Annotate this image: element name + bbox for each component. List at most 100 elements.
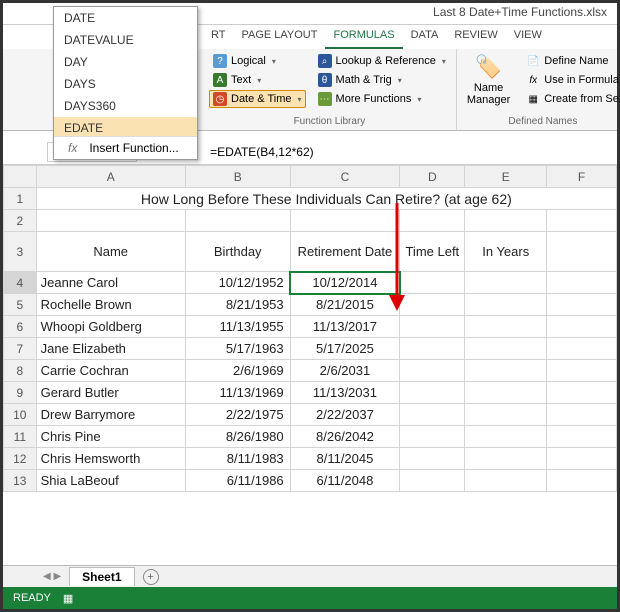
cell[interactable] <box>547 360 617 382</box>
cell[interactable] <box>465 448 547 470</box>
cell[interactable] <box>547 404 617 426</box>
cell[interactable]: 11/13/2017 <box>290 316 400 338</box>
row-header[interactable]: 2 <box>4 210 37 232</box>
cell[interactable]: 6/11/1986 <box>185 470 290 492</box>
cell[interactable] <box>547 338 617 360</box>
cell[interactable] <box>400 272 465 294</box>
cell[interactable] <box>547 470 617 492</box>
cell[interactable]: Shia LaBeouf <box>36 470 185 492</box>
cell[interactable] <box>465 404 547 426</box>
logical-button[interactable]: ?Logical▾ <box>209 52 306 70</box>
cell[interactable] <box>465 382 547 404</box>
col-header-C[interactable]: C <box>290 166 400 188</box>
row-header[interactable]: 6 <box>4 316 37 338</box>
row-header[interactable]: 5 <box>4 294 37 316</box>
col-header-A[interactable]: A <box>36 166 185 188</box>
cell[interactable] <box>400 404 465 426</box>
tab-page-layout[interactable]: PAGE LAYOUT <box>233 25 325 49</box>
sheet-tab-sheet1[interactable]: Sheet1 <box>69 567 134 586</box>
lookup-button[interactable]: ⌕Lookup & Reference▾ <box>314 52 450 70</box>
cell[interactable] <box>465 426 547 448</box>
cell[interactable] <box>547 426 617 448</box>
cell[interactable] <box>547 448 617 470</box>
tab-formulas[interactable]: FORMULAS <box>325 25 402 49</box>
col-header-D[interactable]: D <box>400 166 465 188</box>
cell[interactable]: 6/11/2048 <box>290 470 400 492</box>
row-header[interactable]: 13 <box>4 470 37 492</box>
more-functions-button[interactable]: ⋯More Functions▾ <box>314 90 450 108</box>
cell[interactable]: Chris Pine <box>36 426 185 448</box>
macro-record-icon[interactable]: ▦ <box>63 592 73 605</box>
cell[interactable]: Name <box>36 232 185 272</box>
dropdown-item-day[interactable]: DAY <box>54 51 197 73</box>
tab-view[interactable]: VIEW <box>506 25 550 49</box>
cell[interactable]: Jeanne Carol <box>36 272 185 294</box>
row-header[interactable]: 7 <box>4 338 37 360</box>
name-manager-button[interactable]: 🏷️ Name Manager <box>463 52 514 108</box>
cell[interactable]: 2/6/1969 <box>185 360 290 382</box>
row-header[interactable]: 12 <box>4 448 37 470</box>
cell[interactable] <box>400 426 465 448</box>
cell[interactable]: Jane Elizabeth <box>36 338 185 360</box>
spreadsheet-grid[interactable]: A B C D E F 1How Long Before These Indiv… <box>3 165 617 492</box>
dropdown-item-datevalue[interactable]: DATEVALUE <box>54 29 197 51</box>
tab-data[interactable]: DATA <box>403 25 447 49</box>
cell[interactable] <box>547 316 617 338</box>
define-name-button[interactable]: 📄Define Name <box>522 52 620 70</box>
cell[interactable] <box>400 210 465 232</box>
row-header[interactable]: 1 <box>4 188 37 210</box>
row-header[interactable]: 11 <box>4 426 37 448</box>
cell[interactable] <box>465 360 547 382</box>
text-button[interactable]: AText▾ <box>209 71 306 89</box>
cell[interactable]: 10/12/1952 <box>185 272 290 294</box>
cell[interactable]: 8/26/1980 <box>185 426 290 448</box>
cell[interactable] <box>400 316 465 338</box>
cell[interactable]: 8/21/2015 <box>290 294 400 316</box>
cell[interactable] <box>290 210 400 232</box>
cell[interactable] <box>400 470 465 492</box>
add-sheet-button[interactable]: + <box>143 569 159 585</box>
cell[interactable]: 8/21/1953 <box>185 294 290 316</box>
cell[interactable] <box>400 382 465 404</box>
dropdown-item-date[interactable]: DATE <box>54 7 197 29</box>
cell[interactable]: Time Left <box>400 232 465 272</box>
cell[interactable]: Whoopi Goldberg <box>36 316 185 338</box>
cell[interactable]: In Years <box>465 232 547 272</box>
tab-review[interactable]: REVIEW <box>446 25 505 49</box>
create-from-selection-button[interactable]: ▦Create from Se <box>522 90 620 108</box>
insert-function-item[interactable]: fx Insert Function... <box>54 137 197 159</box>
cell[interactable]: Rochelle Brown <box>36 294 185 316</box>
cell[interactable]: Drew Barrymore <box>36 404 185 426</box>
cell[interactable]: 11/13/2031 <box>290 382 400 404</box>
cell[interactable] <box>465 210 547 232</box>
dropdown-item-edate[interactable]: EDATE <box>54 117 197 137</box>
cell[interactable] <box>547 210 617 232</box>
cell[interactable]: 11/13/1955 <box>185 316 290 338</box>
cell[interactable]: 2/6/2031 <box>290 360 400 382</box>
cell[interactable] <box>465 338 547 360</box>
cell[interactable]: Birthday <box>185 232 290 272</box>
cell[interactable]: Carrie Cochran <box>36 360 185 382</box>
cell[interactable] <box>465 294 547 316</box>
cell[interactable]: Retirement Date <box>290 232 400 272</box>
dropdown-item-days360[interactable]: DAYS360 <box>54 95 197 117</box>
cell[interactable] <box>547 272 617 294</box>
cell[interactable]: 2/22/1975 <box>185 404 290 426</box>
cell[interactable]: 8/26/2042 <box>290 426 400 448</box>
cell[interactable]: Gerard Butler <box>36 382 185 404</box>
use-in-formula-button[interactable]: fxUse in Formula <box>522 71 620 89</box>
formula-input[interactable] <box>204 143 617 161</box>
cell[interactable] <box>465 470 547 492</box>
col-header-F[interactable]: F <box>547 166 617 188</box>
cell[interactable]: 2/22/2037 <box>290 404 400 426</box>
col-header-B[interactable]: B <box>185 166 290 188</box>
row-header[interactable]: 10 <box>4 404 37 426</box>
row-header[interactable]: 8 <box>4 360 37 382</box>
cell[interactable] <box>465 272 547 294</box>
col-header-E[interactable]: E <box>465 166 547 188</box>
selected-cell[interactable]: 10/12/2014 <box>290 272 400 294</box>
cell[interactable] <box>547 294 617 316</box>
cell[interactable] <box>465 316 547 338</box>
sheet-nav[interactable]: ◀ ▶ <box>43 571 61 582</box>
cell[interactable] <box>400 294 465 316</box>
